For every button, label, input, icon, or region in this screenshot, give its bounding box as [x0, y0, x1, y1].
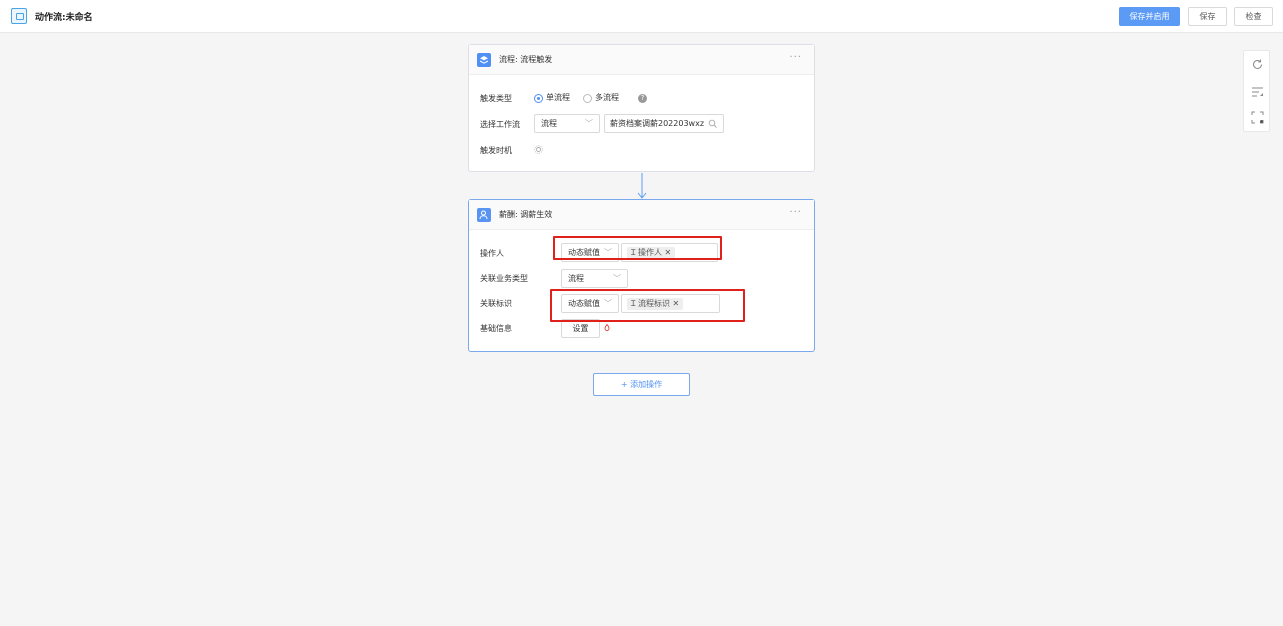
gear-icon[interactable] [534, 145, 543, 154]
refresh-icon[interactable] [1251, 58, 1264, 71]
action-card-title: 薪酬: 调薪生效 [499, 210, 553, 219]
save-and-enable-button[interactable]: 保存并启用 [1119, 7, 1180, 26]
workflow-icon [11, 8, 27, 24]
check-button[interactable]: 检查 [1234, 7, 1273, 26]
user-icon [477, 208, 491, 222]
relation-id-label: 关联标识 [480, 299, 512, 308]
fit-screen-icon[interactable] [1251, 111, 1264, 124]
trigger-type-label: 触发类型 [480, 94, 512, 103]
workflow-label: 选择工作流 [480, 120, 520, 129]
search-icon[interactable] [708, 119, 717, 128]
align-icon[interactable] [1251, 85, 1264, 98]
top-bar: 动作流:未命名 保存并启用 保存 检查 [0, 0, 1283, 33]
side-toolbar [1243, 50, 1270, 132]
action-card-more-button[interactable]: ··· [789, 207, 802, 218]
trigger-card-more-button[interactable]: ··· [789, 52, 802, 63]
layers-icon [477, 53, 491, 67]
radio-multi-label[interactable]: 多流程 [595, 92, 619, 103]
action-card[interactable]: 薪酬: 调薪生效 ··· 操作人 动态赋值 ﹀ Ɪ 操作人 ✕ 关联业务类型 流… [468, 199, 815, 352]
trigger-card[interactable]: 流程: 流程触发 ··· 触发类型 单流程 多流程 ? 选择工作流 流程 ﹀ 薪… [468, 44, 815, 172]
business-type-label: 关联业务类型 [480, 274, 528, 283]
connector-arrow [637, 173, 647, 199]
highlight-box-operator [553, 236, 722, 260]
radio-single-workflow[interactable] [534, 94, 543, 103]
highlight-box-relation-id [550, 289, 745, 322]
help-icon[interactable]: ? [638, 94, 647, 103]
workflow-type-value: 流程 [541, 119, 557, 128]
basic-info-label: 基础信息 [480, 324, 512, 333]
workflow-value: 薪资档案调薪202203wxz [610, 119, 705, 128]
radio-multi-workflow[interactable] [583, 94, 592, 103]
operator-label: 操作人 [480, 249, 504, 258]
business-type-value: 流程 [568, 274, 584, 283]
trigger-card-header: 流程: 流程触发 ··· [469, 45, 814, 75]
timing-label: 触发时机 [480, 146, 512, 155]
chevron-down-icon: ﹀ [585, 119, 593, 128]
chevron-down-icon: ﹀ [613, 274, 621, 283]
required-icon [604, 324, 610, 331]
page-title: 动作流:未命名 [35, 13, 93, 23]
workflow-type-select[interactable]: 流程 ﹀ [534, 114, 600, 133]
save-button[interactable]: 保存 [1188, 7, 1227, 26]
business-type-select[interactable]: 流程 ﹀ [561, 269, 628, 288]
action-card-header: 薪酬: 调薪生效 ··· [469, 200, 814, 230]
workflow-search-input[interactable]: 薪资档案调薪202203wxz [604, 114, 724, 133]
trigger-card-title: 流程: 流程触发 [499, 55, 553, 64]
radio-single-label[interactable]: 单流程 [546, 92, 570, 103]
add-action-button[interactable]: + 添加操作 [593, 373, 690, 396]
